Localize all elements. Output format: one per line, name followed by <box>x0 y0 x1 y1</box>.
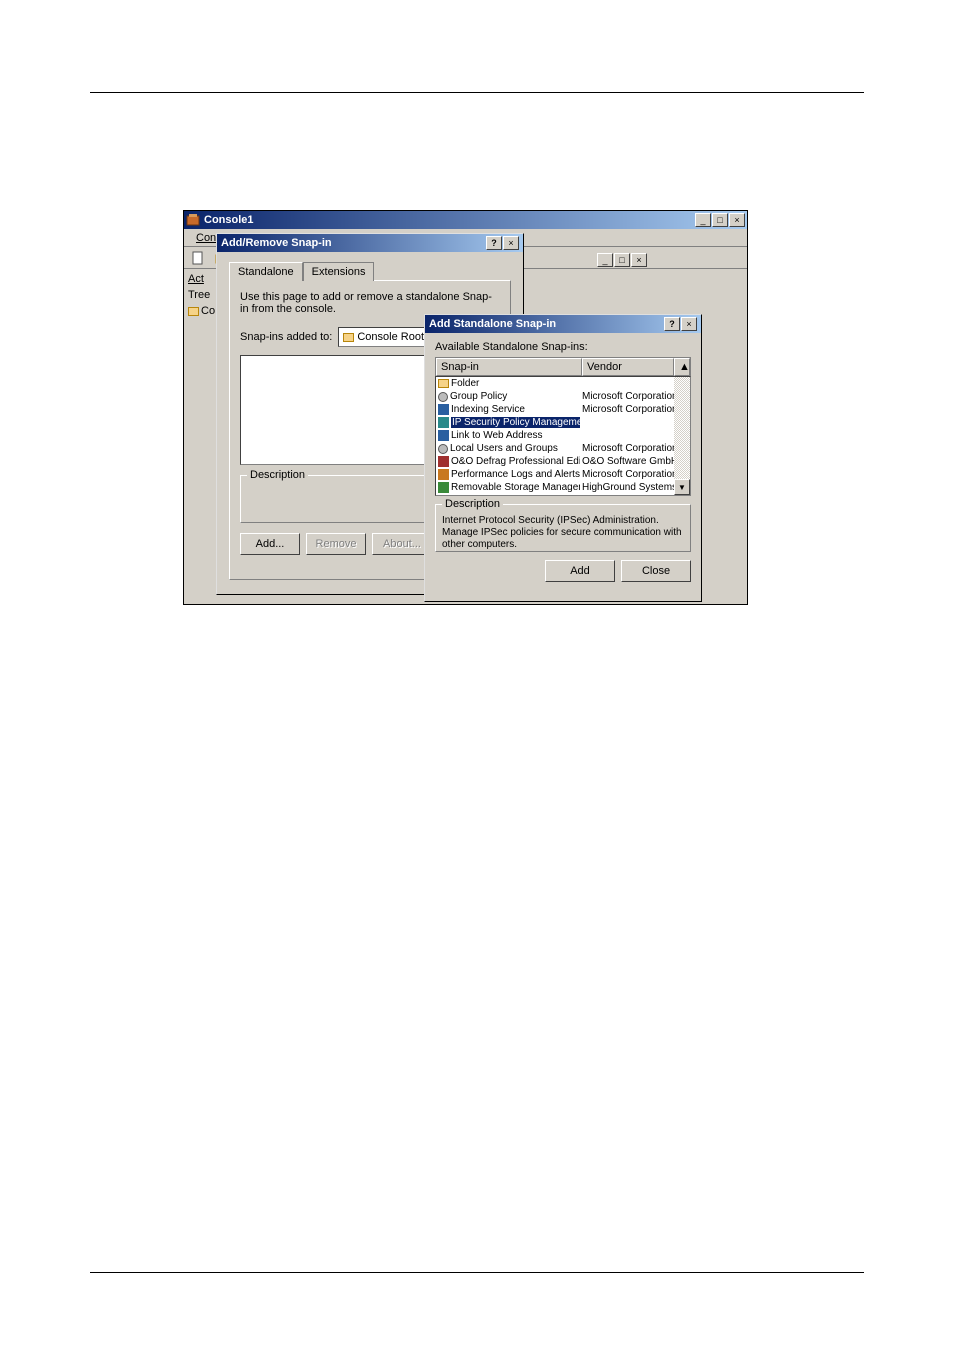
description-label: Description <box>442 498 503 510</box>
description-text: Internet Protocol Security (IPSec) Admin… <box>442 515 684 551</box>
list-item[interactable]: Folder <box>436 377 674 390</box>
snapin-name: Group Policy <box>450 391 507 402</box>
teal-icon <box>438 417 449 428</box>
folder-icon <box>188 307 199 316</box>
console-title: Console1 <box>204 214 695 226</box>
snapin-name: Folder <box>451 378 479 389</box>
snapin-vendor: Microsoft Corporation <box>580 443 674 454</box>
page-bottom-rule <box>90 1272 864 1273</box>
folder-icon <box>438 379 449 388</box>
help-button[interactable]: ? <box>486 236 502 250</box>
maximize-button[interactable]: □ <box>712 213 728 227</box>
snapin-name: Security Configuration and Analysis <box>451 495 580 496</box>
child-window: _ □ × <box>524 251 649 269</box>
snapin-name: Link to Web Address <box>451 430 543 441</box>
combo-value: Console Root <box>357 331 424 343</box>
child-minimize-button[interactable]: _ <box>597 253 613 267</box>
standalone-title: Add Standalone Snap-in <box>429 318 664 330</box>
blue-icon <box>438 430 449 441</box>
list-item[interactable]: O&O Defrag Professional EditionO&O Softw… <box>436 455 674 468</box>
snapin-name: Performance Logs and Alerts <box>451 469 580 480</box>
child-close-button[interactable]: × <box>631 253 647 267</box>
console-titlebar: Console1 _ □ × <box>184 211 747 229</box>
close-button[interactable]: Close <box>621 560 691 582</box>
red-icon <box>438 456 449 467</box>
list-item[interactable]: Link to Web Address <box>436 429 674 442</box>
minimize-button[interactable]: _ <box>695 213 711 227</box>
list-item[interactable]: Local Users and Groups Microsoft Corporat… <box>436 442 674 455</box>
add-button[interactable]: Add... <box>240 533 300 555</box>
list-item[interactable]: Security Configuration and AnalysisMicro… <box>436 494 674 496</box>
list-item[interactable]: Group Policy Microsoft Corporation <box>436 390 674 403</box>
list-item[interactable]: IP Security Policy Management <box>436 416 674 429</box>
blue-icon <box>438 404 449 415</box>
scrollbar-track[interactable] <box>674 377 690 479</box>
snapin-name: Removable Storage Management <box>451 482 580 493</box>
snapin-vendor: Microsoft Corporation, I... <box>580 404 674 415</box>
standalone-titlebar: Add Standalone Snap-in ? × <box>425 315 701 333</box>
green-icon <box>438 482 449 493</box>
help-button[interactable]: ? <box>664 317 680 331</box>
gear-icon <box>438 392 448 402</box>
toolbar-new-icon[interactable] <box>188 249 208 267</box>
tabs: Standalone Extensions <box>229 262 511 281</box>
add-button[interactable]: Add <box>545 560 615 582</box>
console-tree-panel: Act Tree Co <box>186 271 216 319</box>
list-item[interactable]: Performance Logs and AlertsMicrosoft Cor… <box>436 468 674 481</box>
orange-icon <box>438 469 449 480</box>
snapin-name: Local Users and Groups <box>450 443 558 454</box>
list-item[interactable]: Indexing Service Microsoft Corporation, I… <box>436 403 674 416</box>
hint-text: Use this page to add or remove a standal… <box>240 291 500 315</box>
console-root-item[interactable]: Co <box>186 303 216 319</box>
available-label: Available Standalone Snap-ins: <box>435 341 701 353</box>
snapin-vendor: Microsoft Corporation <box>580 391 674 402</box>
snapin-name: O&O Defrag Professional Edition <box>451 456 580 467</box>
child-maximize-button[interactable]: □ <box>614 253 630 267</box>
snapin-name: IP Security Policy Management <box>451 417 580 428</box>
snapins-added-label: Snap-ins added to: <box>240 331 332 343</box>
mmc-icon <box>186 213 200 227</box>
add-standalone-snapin-dialog: Add Standalone Snap-in ? × Available Sta… <box>424 314 702 602</box>
child-window-controls: _ □ × <box>524 251 649 269</box>
tree-label: Tree <box>186 287 216 303</box>
snapin-vendor: Microsoft Corporation <box>580 469 674 480</box>
list-item[interactable]: Removable Storage ManagementHighGround S… <box>436 481 674 494</box>
dialog-close-button[interactable]: × <box>681 317 697 331</box>
add-remove-title: Add/Remove Snap-in <box>221 237 486 249</box>
tab-extensions[interactable]: Extensions <box>303 262 375 281</box>
list-header: Snap-in Vendor ▲ <box>435 357 691 376</box>
vertical-scrollbar[interactable]: ▼ <box>674 377 690 495</box>
remove-button: Remove <box>306 533 366 555</box>
scroll-up-button[interactable]: ▲ <box>674 358 690 376</box>
description-label: Description <box>247 469 308 481</box>
snapin-list[interactable]: FolderGroup PolicyMicrosoft CorporationI… <box>435 376 691 496</box>
purple-icon <box>438 495 449 496</box>
dialog-close-button[interactable]: × <box>503 236 519 250</box>
snapin-name: Indexing Service <box>451 404 525 415</box>
snapin-vendor: Microsoft Corporation <box>580 495 674 496</box>
column-snapin[interactable]: Snap-in <box>436 358 582 376</box>
column-vendor[interactable]: Vendor <box>582 358 674 376</box>
scroll-down-button[interactable]: ▼ <box>674 479 690 495</box>
close-button[interactable]: × <box>729 213 745 227</box>
tab-standalone[interactable]: Standalone <box>229 262 303 281</box>
description-group: Description Internet Protocol Security (… <box>435 504 691 552</box>
snapin-vendor: HighGround Systems, Inc. <box>580 482 674 493</box>
screenshot-region: Console1 _ □ × Cons Act Tree Co _ <box>183 210 748 605</box>
page-top-rule <box>90 92 864 93</box>
snapin-vendor: O&O Software GmbH <box>580 456 674 467</box>
folder-icon <box>343 333 354 342</box>
about-button: About... <box>372 533 432 555</box>
gear-icon <box>438 444 448 454</box>
action-label: Act <box>186 271 216 287</box>
add-remove-titlebar: Add/Remove Snap-in ? × <box>217 234 523 252</box>
